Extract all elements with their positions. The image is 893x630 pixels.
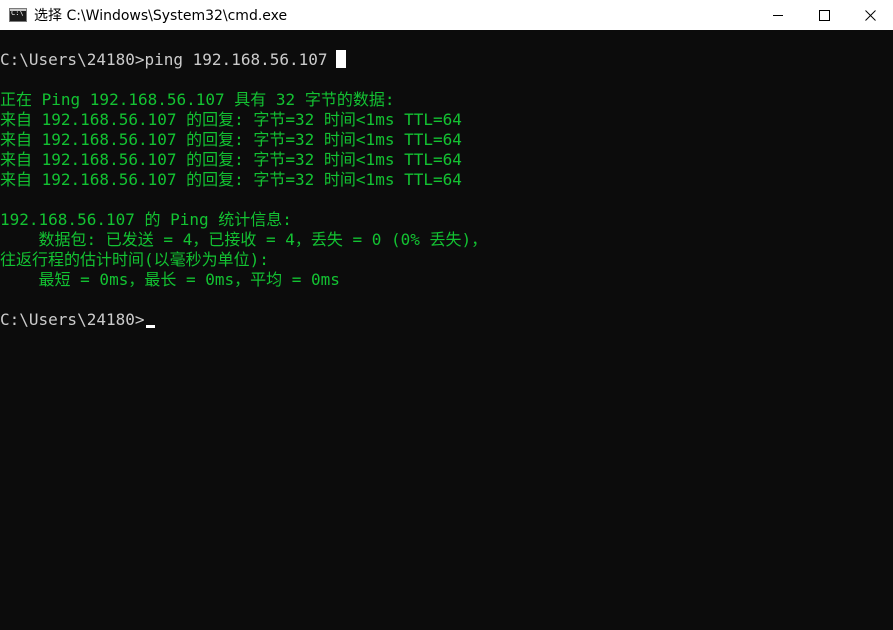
close-button[interactable] — [847, 0, 893, 30]
reply-line: 来自 192.168.56.107 的回复: 字节=32 时间<1ms TTL=… — [0, 170, 462, 189]
cmd-icon[interactable] — [9, 8, 27, 22]
rtt-values: 最短 = 0ms，最长 = 0ms，平均 = 0ms — [0, 270, 340, 289]
console-output[interactable]: C:\Users\24180>ping 192.168.56.107 正在 Pi… — [0, 50, 893, 630]
close-icon — [864, 9, 876, 21]
rtt-header: 往返行程的估计时间(以毫秒为单位): — [0, 250, 269, 269]
text-cursor — [335, 50, 346, 68]
ping-header: 正在 Ping 192.168.56.107 具有 32 字节的数据: — [0, 90, 395, 109]
prompt-command: C:\Users\24180>ping 192.168.56.107 — [0, 50, 328, 69]
command-line: C:\Users\24180>ping 192.168.56.107 — [0, 50, 893, 70]
minimize-icon — [773, 15, 783, 16]
title-bar[interactable]: 选择 C:\Windows\System32\cmd.exe — [0, 0, 893, 30]
stats-header: 192.168.56.107 的 Ping 统计信息: — [0, 210, 292, 229]
reply-line: 来自 192.168.56.107 的回复: 字节=32 时间<1ms TTL=… — [0, 110, 462, 129]
window-controls — [755, 0, 893, 30]
cmd-window: 选择 C:\Windows\System32\cmd.exe C:\User — [0, 0, 893, 630]
reply-line: 来自 192.168.56.107 的回复: 字节=32 时间<1ms TTL=… — [0, 150, 462, 169]
window-title: 选择 C:\Windows\System32\cmd.exe — [34, 8, 288, 24]
maximize-button[interactable] — [801, 0, 847, 30]
maximize-icon — [818, 9, 830, 21]
prompt: C:\Users\24180> — [0, 310, 145, 329]
minimize-button[interactable] — [755, 0, 801, 30]
reply-line: 来自 192.168.56.107 的回复: 字节=32 时间<1ms TTL=… — [0, 130, 462, 149]
blinking-cursor — [145, 325, 155, 328]
packets-stats: 数据包: 已发送 = 4，已接收 = 4，丢失 = 0 (0% 丢失)， — [0, 230, 488, 249]
current-prompt-line: C:\Users\24180> — [0, 310, 893, 330]
